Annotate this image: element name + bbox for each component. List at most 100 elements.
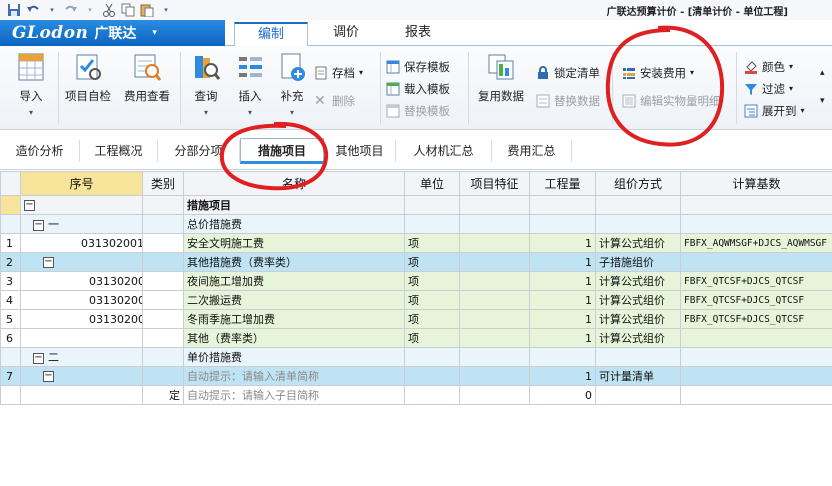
unit-cell[interactable] xyxy=(404,385,460,405)
pricing-method-cell[interactable]: 计算公式组价 xyxy=(595,271,681,291)
calc-base-cell[interactable] xyxy=(680,328,832,348)
tab-fee-summary[interactable]: 费用汇总 xyxy=(492,140,572,162)
calc-base-cell[interactable] xyxy=(680,214,832,234)
seq-cell[interactable]: − 一 xyxy=(20,214,143,234)
redo-icon[interactable] xyxy=(63,2,79,18)
project-self-check-button[interactable]: 项目自检 xyxy=(62,52,114,104)
tab-project-overview[interactable]: 工程概况 xyxy=(80,140,158,162)
type-cell[interactable] xyxy=(142,347,184,367)
quantity-cell[interactable]: 1 xyxy=(529,366,596,386)
quantity-cell[interactable]: 1 xyxy=(529,290,596,310)
seq-cell[interactable]: 031302002… xyxy=(20,271,143,291)
unit-cell[interactable]: 项 xyxy=(404,290,460,310)
name-cell[interactable]: 自动提示：请输入子目简称 xyxy=(183,385,405,405)
insert-button[interactable]: 插入 ▾ xyxy=(230,52,270,118)
undo-icon[interactable] xyxy=(25,2,41,18)
tab-labor-material-summary[interactable]: 人材机汇总 xyxy=(396,140,492,162)
column-header-type[interactable]: 类别 xyxy=(142,171,184,196)
collapse-toggle-icon[interactable]: − xyxy=(43,371,54,382)
feature-cell[interactable] xyxy=(459,385,530,405)
unit-cell[interactable]: 项 xyxy=(404,233,460,253)
quantity-cell[interactable]: 1 xyxy=(529,328,596,348)
table-row[interactable]: 1 031302001001 安全文明施工费 项 1 计算公式组价 FBFX_A… xyxy=(0,233,832,253)
pricing-method-cell[interactable] xyxy=(595,385,681,405)
seq-cell[interactable]: 031302001001 xyxy=(20,233,143,253)
seq-cell[interactable]: 031302005… xyxy=(20,309,143,329)
save-icon[interactable] xyxy=(6,2,22,18)
unit-cell[interactable]: 项 xyxy=(404,328,460,348)
supplement-button[interactable]: 补充 ▾ xyxy=(272,52,312,118)
feature-cell[interactable] xyxy=(459,328,530,348)
ribbon-scroll-up-icon[interactable]: ▴ xyxy=(820,64,825,82)
filter-button[interactable]: 过滤 ▾ xyxy=(744,80,793,98)
calc-base-cell[interactable]: FBFX_QTCSF+DJCS_QTCSF xyxy=(680,271,832,291)
table-row[interactable]: 7 − 自动提示：请输入清单简称 1 可计量清单 xyxy=(0,366,832,386)
calc-base-cell[interactable] xyxy=(680,195,832,215)
calc-base-cell[interactable]: FBFX_AQWMSGF+DJCS_AQWMSGF xyxy=(680,233,832,253)
undo-dropdown-icon[interactable]: ▾ xyxy=(44,2,60,18)
calc-base-cell[interactable] xyxy=(680,366,832,386)
table-row[interactable]: 3 031302002… 夜间施工增加费 项 1 计算公式组价 FBFX_QTC… xyxy=(0,271,832,291)
edit-quantity-detail-button[interactable]: 编辑实物量明细 xyxy=(622,92,721,110)
pricing-method-cell[interactable]: 子措施组价 xyxy=(595,252,681,272)
feature-cell[interactable] xyxy=(459,290,530,310)
feature-cell[interactable] xyxy=(459,366,530,386)
tab-adjust-price[interactable]: 调价 xyxy=(314,22,378,46)
name-cell[interactable]: 安全文明施工费 xyxy=(183,233,405,253)
name-cell[interactable]: 其他措施费（费率类） xyxy=(183,252,405,272)
seq-cell[interactable]: − xyxy=(20,366,143,386)
feature-cell[interactable] xyxy=(459,252,530,272)
type-cell[interactable] xyxy=(142,328,184,348)
replace-data-button[interactable]: 替换数据 xyxy=(536,92,600,110)
paste-icon[interactable] xyxy=(139,2,155,18)
table-row[interactable]: − 措施项目 xyxy=(0,195,832,215)
type-cell[interactable] xyxy=(142,252,184,272)
unit-cell[interactable]: 项 xyxy=(404,309,460,329)
save-template-button[interactable]: 保存模板 xyxy=(386,58,450,76)
tab-measure-items[interactable]: 措施项目 xyxy=(240,138,324,164)
calc-base-cell[interactable] xyxy=(680,252,832,272)
seq-cell[interactable]: − xyxy=(20,252,143,272)
tab-cost-analysis[interactable]: 造价分析 xyxy=(0,140,80,162)
expand-to-button[interactable]: 展开到 ▾ xyxy=(744,102,805,120)
lock-list-button[interactable]: 锁定清单 xyxy=(536,64,600,82)
seq-cell[interactable]: 031302004… xyxy=(20,290,143,310)
copy-icon[interactable] xyxy=(120,2,136,18)
query-button[interactable]: 查询 ▾ xyxy=(184,52,228,118)
replace-template-button[interactable]: 替换模板 xyxy=(386,102,450,120)
archive-button[interactable]: 存档 ▾ xyxy=(314,64,363,82)
quantity-cell[interactable]: 0 xyxy=(529,385,596,405)
seq-cell[interactable]: − 二 xyxy=(20,347,143,367)
feature-cell[interactable] xyxy=(459,195,530,215)
name-cell[interactable]: 总价措施费 xyxy=(183,214,405,234)
quantity-cell[interactable]: 1 xyxy=(529,309,596,329)
unit-cell[interactable] xyxy=(404,347,460,367)
name-cell[interactable]: 措施项目 xyxy=(183,195,405,215)
type-cell[interactable] xyxy=(142,290,184,310)
table-row[interactable]: − 一 总价措施费 xyxy=(0,214,832,234)
column-header-seq[interactable]: 序号 xyxy=(20,171,143,196)
reuse-data-button[interactable]: 复用数据 xyxy=(472,52,530,104)
name-cell[interactable]: 冬雨季施工增加费 xyxy=(183,309,405,329)
pricing-method-cell[interactable]: 计算公式组价 xyxy=(595,309,681,329)
quantity-cell[interactable]: 1 xyxy=(529,233,596,253)
name-cell[interactable]: 其他（费率类） xyxy=(183,328,405,348)
tab-edit[interactable]: 编制 xyxy=(234,22,308,47)
quantity-cell[interactable]: 1 xyxy=(529,252,596,272)
collapse-toggle-icon[interactable]: − xyxy=(33,219,44,231)
type-cell[interactable] xyxy=(142,271,184,291)
column-header-feature[interactable]: 项目特征 xyxy=(459,171,530,196)
feature-cell[interactable] xyxy=(459,233,530,253)
feature-cell[interactable] xyxy=(459,271,530,291)
column-header-unit[interactable]: 单位 xyxy=(404,171,460,196)
redo-dropdown-icon[interactable]: ▾ xyxy=(82,2,98,18)
pricing-method-cell[interactable] xyxy=(595,347,681,367)
type-cell[interactable] xyxy=(142,366,184,386)
pricing-method-cell[interactable] xyxy=(595,214,681,234)
type-cell[interactable] xyxy=(142,233,184,253)
unit-cell[interactable] xyxy=(404,366,460,386)
pricing-method-cell[interactable]: 计算公式组价 xyxy=(595,233,681,253)
quantity-cell[interactable]: 1 xyxy=(529,271,596,291)
feature-cell[interactable] xyxy=(459,214,530,234)
table-row[interactable]: 6 其他（费率类） 项 1 计算公式组价 xyxy=(0,328,832,348)
